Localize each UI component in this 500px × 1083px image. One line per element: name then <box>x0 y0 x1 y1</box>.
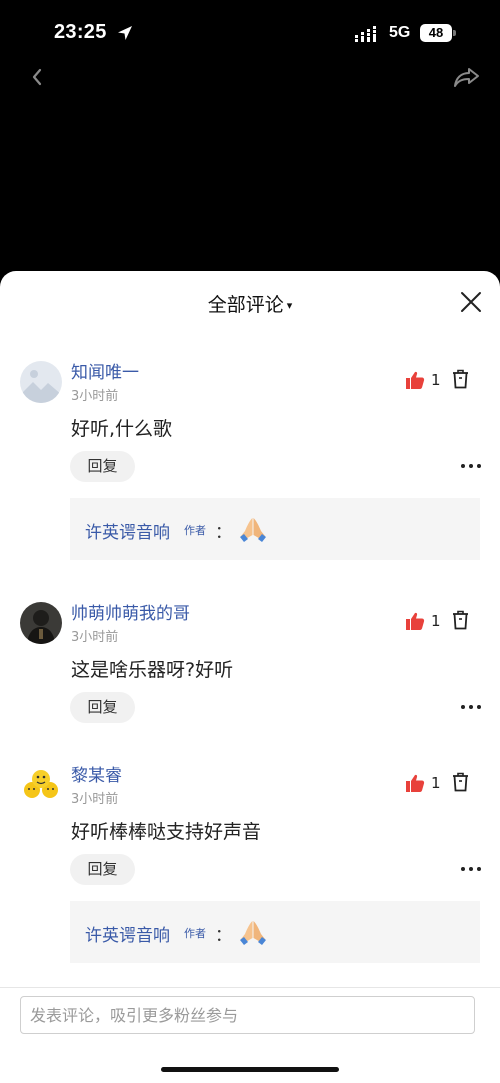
comment-time: 3小时前 <box>71 792 119 807</box>
author-badge: 作者 <box>184 927 206 940</box>
avatar[interactable] <box>20 361 62 403</box>
thumbs-up-icon[interactable] <box>405 611 425 631</box>
reply-button[interactable]: 回复 <box>70 692 135 723</box>
home-indicator <box>161 1067 339 1072</box>
network-type: 5G <box>389 24 411 41</box>
comment-sheet: 全部评论 ▾ 知闻唯一 3小时前 1 好听,什么歌 回复 许英谔音响 作者 ： … <box>0 271 500 1083</box>
like-count: 1 <box>431 612 441 630</box>
author-badge: 作者 <box>184 524 206 537</box>
folded-hands-icon <box>240 518 266 542</box>
trash-icon[interactable] <box>452 772 469 792</box>
default-avatar-icon <box>20 361 62 403</box>
comment-text: 好听,什么歌 <box>71 418 173 440</box>
more-options-icon[interactable] <box>460 702 482 712</box>
more-options-icon[interactable] <box>460 864 482 874</box>
reply-button[interactable]: 回复 <box>70 854 135 885</box>
comment-text: 好听棒棒哒支持好声音 <box>71 821 262 843</box>
author-reply[interactable]: 许英谔音响 作者 ： <box>70 498 480 560</box>
comment-input[interactable] <box>20 996 475 1034</box>
comment-time: 3小时前 <box>71 389 119 404</box>
thumbs-up-icon[interactable] <box>405 773 425 793</box>
trash-icon[interactable] <box>452 610 469 630</box>
back-chevron-icon[interactable] <box>26 64 50 90</box>
like-count: 1 <box>431 371 441 389</box>
reply-button[interactable]: 回复 <box>70 451 135 482</box>
trash-icon[interactable] <box>452 369 469 389</box>
folded-hands-icon <box>240 921 266 945</box>
status-bar: 23:25 5G 48 <box>0 0 500 66</box>
comment-time: 3小时前 <box>71 630 119 645</box>
battery-level: 48 <box>420 24 452 42</box>
sheet-title-label: 全部评论 <box>207 294 284 316</box>
emoji-group-avatar-icon <box>20 764 62 806</box>
user-photo-icon <box>20 602 62 644</box>
comment-username[interactable]: 帅萌帅萌我的哥 <box>71 599 190 624</box>
close-icon[interactable] <box>459 290 483 314</box>
battery-indicator: 48 <box>420 24 456 42</box>
comment-filter-dropdown[interactable]: 全部评论 ▾ <box>0 290 500 317</box>
comment-text: 这是啥乐器呀?好听 <box>71 659 234 681</box>
comment-username[interactable]: 知闻唯一 <box>71 358 139 383</box>
author-reply-name[interactable]: 许英谔音响 <box>85 921 170 946</box>
battery-tip <box>453 30 456 36</box>
caret-down-icon: ▾ <box>286 299 293 312</box>
location-arrow-icon <box>118 26 132 40</box>
avatar[interactable] <box>20 602 62 644</box>
avatar[interactable] <box>20 764 62 806</box>
input-divider <box>0 987 500 988</box>
signal-icon <box>355 26 376 42</box>
like-count: 1 <box>431 774 441 792</box>
comment-username[interactable]: 黎某睿 <box>71 761 122 786</box>
author-reply-name[interactable]: 许英谔音响 <box>85 518 170 543</box>
status-time: 23:25 <box>54 21 107 43</box>
author-reply-colon: ： <box>215 926 232 946</box>
sheet-header: 全部评论 ▾ <box>0 271 500 333</box>
author-reply[interactable]: 许英谔音响 作者 ： <box>70 901 480 963</box>
share-icon[interactable] <box>452 64 482 90</box>
more-options-icon[interactable] <box>460 461 482 471</box>
author-reply-colon: ： <box>215 523 232 543</box>
thumbs-up-icon[interactable] <box>405 370 425 390</box>
